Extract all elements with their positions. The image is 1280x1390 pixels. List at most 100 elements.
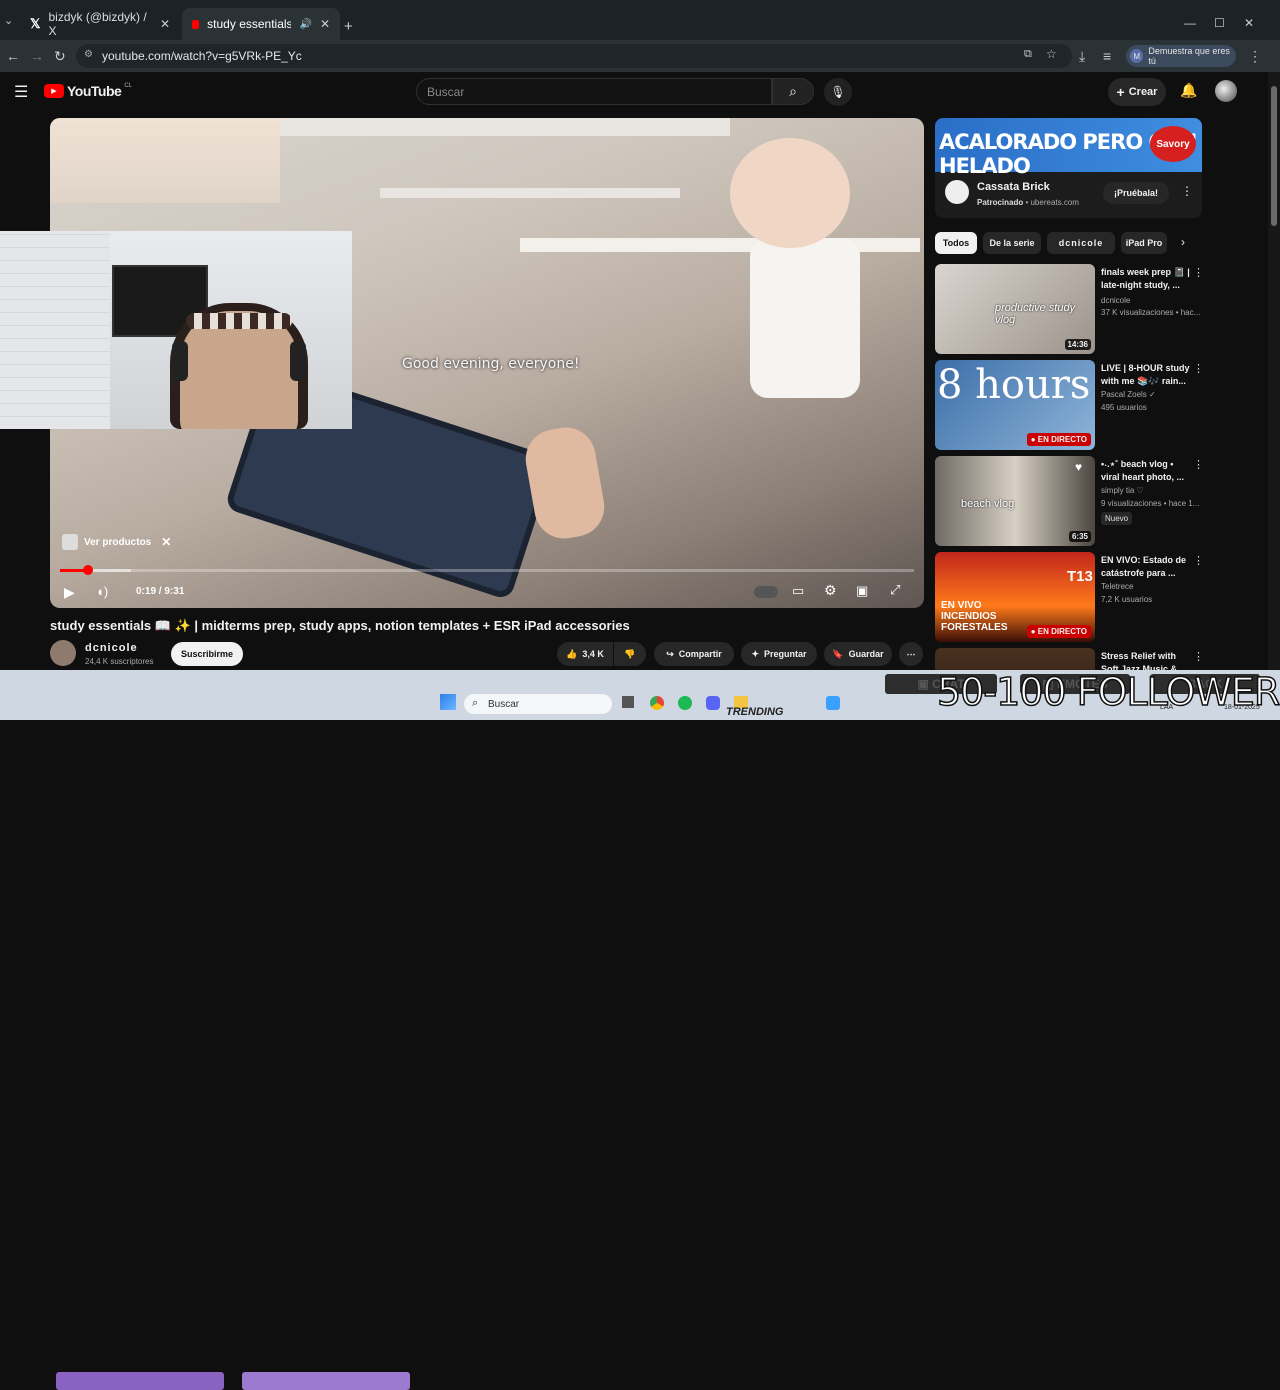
forward-icon[interactable]: → [30,48,44,64]
download-icon[interactable]: ⤓ [1079,48,1085,65]
ad-cta-button[interactable]: ¡Pruébala! [1103,182,1169,204]
ad-advertiser-avatar[interactable] [945,180,969,204]
like-count: 3,4 K [582,649,604,659]
more-vertical-icon[interactable]: ⋮ [1193,266,1204,279]
youtube-logo[interactable]: ▶ YouTube CL [44,83,132,99]
chevron-right-icon[interactable]: › [1181,235,1185,249]
volume-icon[interactable]: ◖) [96,584,108,599]
notifications-bell-icon[interactable]: 🔔 [1180,82,1197,99]
duration-badge: 14:36 [1064,339,1091,350]
close-icon[interactable]: ✕ [160,17,170,31]
recommendation-channel[interactable]: dcnicole [1101,296,1201,305]
app-icon[interactable] [826,696,840,710]
progress-bar[interactable] [60,565,914,575]
play-icon[interactable]: ▶ [64,584,75,601]
spotify-icon[interactable] [678,696,692,710]
thumbnail-text: 8 hours [937,362,1091,408]
taskbar-search-input[interactable]: ⌕ Buscar [464,694,612,714]
media-control-icon[interactable]: ≡ [1103,48,1111,64]
search-input[interactable]: Buscar [416,78,772,105]
bookmark-star-icon[interactable]: ☆ [1046,47,1057,61]
live-badge: ● EN DIRECTO [1026,625,1091,638]
close-icon[interactable]: ✕ [320,17,330,31]
recommendation-card[interactable]: Stress Relief with Soft Jazz Music & ...… [935,648,1202,670]
install-icon[interactable]: ⧉ [1024,48,1032,61]
theater-mode-icon[interactable]: ▣ [856,583,868,599]
account-avatar[interactable] [1215,80,1237,102]
chat-icon: ▣ [917,677,933,691]
video-thumbnail[interactable]: productive study vlog 14:36 [935,264,1095,354]
video-thumbnail[interactable] [935,648,1095,670]
subscribe-button[interactable]: Suscribirme [171,642,243,666]
more-actions-button[interactable]: ⋯ [899,642,923,666]
windows-start-icon[interactable] [440,694,456,710]
heart-icon: ♥ [1075,460,1083,474]
settings-gear-icon[interactable]: ⚙ [824,582,837,599]
file-explorer-icon[interactable] [622,696,634,708]
tab-youtube[interactable]: study essentials 📖✨ | mi 🔊 ✕ [182,8,340,40]
recommendation-card[interactable]: EN VIVO INCENDIOS FORESTALES T13 ● EN DI… [935,552,1204,642]
share-button[interactable]: ↪ Compartir [654,642,734,666]
subtitles-icon[interactable]: ▭ [792,583,804,599]
chip-all[interactable]: Todos [935,232,977,254]
ask-button[interactable]: ✦ Preguntar [741,642,817,666]
recommendation-title[interactable]: EN VIVO: Estado de catástrofe para ... [1101,554,1191,580]
close-icon[interactable]: ✕ [161,535,171,549]
chip-ipad-pro[interactable]: iPad Pro [1121,232,1167,254]
fullscreen-icon[interactable]: ⤢ [890,582,900,598]
chip-series[interactable]: De la serie [983,232,1041,254]
video-thumbnail[interactable]: beach vlog ♥ 6:35 [935,456,1095,546]
discord-icon[interactable] [706,696,720,710]
autoplay-toggle[interactable] [754,586,778,598]
video-thumbnail[interactable]: 8 hours ● EN DIRECTO [935,360,1095,450]
more-vertical-icon[interactable]: ⋮ [1193,650,1202,663]
recommendation-card[interactable]: beach vlog ♥ 6:35 •˖.⋆˚ beach vlog • vir… [935,456,1204,546]
more-vertical-icon[interactable]: ⋮ [1193,362,1204,375]
voice-search-button[interactable]: 🎙 [824,78,852,106]
window-close-icon[interactable]: ✕ [1244,16,1254,30]
profile-button[interactable]: M Demuestra que eres tú [1126,45,1236,67]
recommendation-card[interactable]: 8 hours ● EN DIRECTO LIVE | 8-HOUR study… [935,360,1204,450]
chrome-icon[interactable] [650,696,664,710]
like-button[interactable]: 👍 3,4 K [557,642,613,666]
minimize-icon[interactable]: — [1184,16,1196,30]
speaker-icon[interactable]: 🔊 [299,19,311,30]
view-products-chip[interactable]: Ver productos ✕ [62,532,171,552]
ad-title[interactable]: Cassata Brick [977,181,1050,193]
maximize-icon[interactable]: ☐ [1214,16,1225,30]
page-scrollbar-thumb[interactable] [1271,86,1277,226]
ad-more-icon[interactable]: ⋮ [1181,184,1193,198]
channel-name[interactable]: dcnicole [85,642,138,654]
progress-scrubber-handle[interactable] [83,565,93,575]
tab-x[interactable]: 𝕏 bizdyk (@bizdyk) / X ✕ [20,8,180,40]
recommendation-title[interactable]: Stress Relief with Soft Jazz Music & ... [1101,650,1191,670]
new-tab-icon[interactable]: + [344,18,353,35]
back-icon[interactable]: ← [6,48,20,64]
video-thumbnail[interactable]: EN VIVO INCENDIOS FORESTALES T13 ● EN DI… [935,552,1095,642]
save-button[interactable]: 🔖 Guardar [824,642,892,666]
ad-sponsored-label: Patrocinado [977,198,1024,207]
url-field[interactable]: ⚙ youtube.com/watch?v=g5VRk-PE_Yc ⧉ ☆ [76,44,1072,68]
tab-list-icon[interactable]: ⌄ [4,14,13,27]
recommendation-title[interactable]: finals week prep 📓 | late-night study, .… [1101,266,1191,292]
recommendation-channel[interactable]: Teletrece [1101,582,1201,591]
site-info-icon[interactable]: ⚙ [84,49,93,60]
dislike-button[interactable]: 👎 [614,642,646,666]
recommendation-title[interactable]: •˖.⋆˚ beach vlog • viral heart photo, ..… [1101,458,1191,484]
more-vertical-icon[interactable]: ⋮ [1193,458,1204,471]
channel-avatar[interactable] [50,640,76,666]
recommendation-card[interactable]: productive study vlog 14:36 finals week … [935,264,1204,354]
ad-domain: ubereats.com [1030,198,1079,207]
create-button[interactable]: + Crear [1108,78,1166,106]
hamburger-menu-icon[interactable]: ☰ [14,82,28,102]
browser-menu-icon[interactable]: ⋮ [1248,48,1262,65]
ad-banner[interactable]: ACALORADO PERO CON HELADO Savory [935,118,1202,178]
sidebar-ad[interactable]: ACALORADO PERO CON HELADO Savory Cassata… [935,118,1202,218]
chip-channel[interactable]: dcnicole [1047,232,1115,254]
more-vertical-icon[interactable]: ⋮ [1193,554,1204,567]
reload-icon[interactable]: ↻ [54,48,66,65]
recommendation-title[interactable]: LIVE | 8-HOUR study with me 📚🎶 rain... [1101,362,1191,388]
recommendation-channel[interactable]: Pascal Zoels ✓ [1101,390,1201,399]
recommendation-channel[interactable]: simply tia ♡ [1101,486,1201,495]
search-button[interactable]: ⌕ [772,78,814,105]
